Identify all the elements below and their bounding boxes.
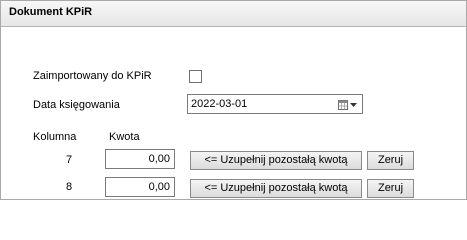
- row-column-number: 8: [66, 181, 73, 193]
- panel-header: Dokument KPiR: [1, 1, 466, 27]
- date-value: 2022-03-01: [191, 98, 248, 110]
- reset-button[interactable]: Zeruj: [367, 179, 414, 198]
- column-header-kolumna: Kolumna: [33, 131, 77, 143]
- amount-value: 0,00: [148, 181, 170, 193]
- row-column-number: 7: [66, 154, 73, 166]
- date-label: Data księgowania: [33, 99, 120, 111]
- amount-value: 0,00: [148, 153, 170, 165]
- reset-button[interactable]: Zeruj: [367, 151, 414, 170]
- imported-label: Zaimportowany do KPiR: [33, 70, 152, 82]
- kpir-document-panel: Dokument KPiR Zaimportowany do KPiR Data…: [0, 0, 467, 200]
- column-header-kwota: Kwota: [109, 131, 140, 143]
- fill-remaining-button[interactable]: <= Uzupełnij pozostałą kwotą: [190, 179, 362, 198]
- panel-title: Dokument KPiR: [9, 6, 93, 18]
- calendar-dropdown-icon[interactable]: [338, 99, 358, 111]
- date-picker-field[interactable]: 2022-03-01: [187, 94, 363, 114]
- amount-input[interactable]: 0,00: [105, 149, 175, 169]
- amount-input[interactable]: 0,00: [105, 177, 175, 197]
- imported-checkbox[interactable]: [189, 70, 202, 83]
- fill-remaining-button[interactable]: <= Uzupełnij pozostałą kwotą: [190, 151, 362, 170]
